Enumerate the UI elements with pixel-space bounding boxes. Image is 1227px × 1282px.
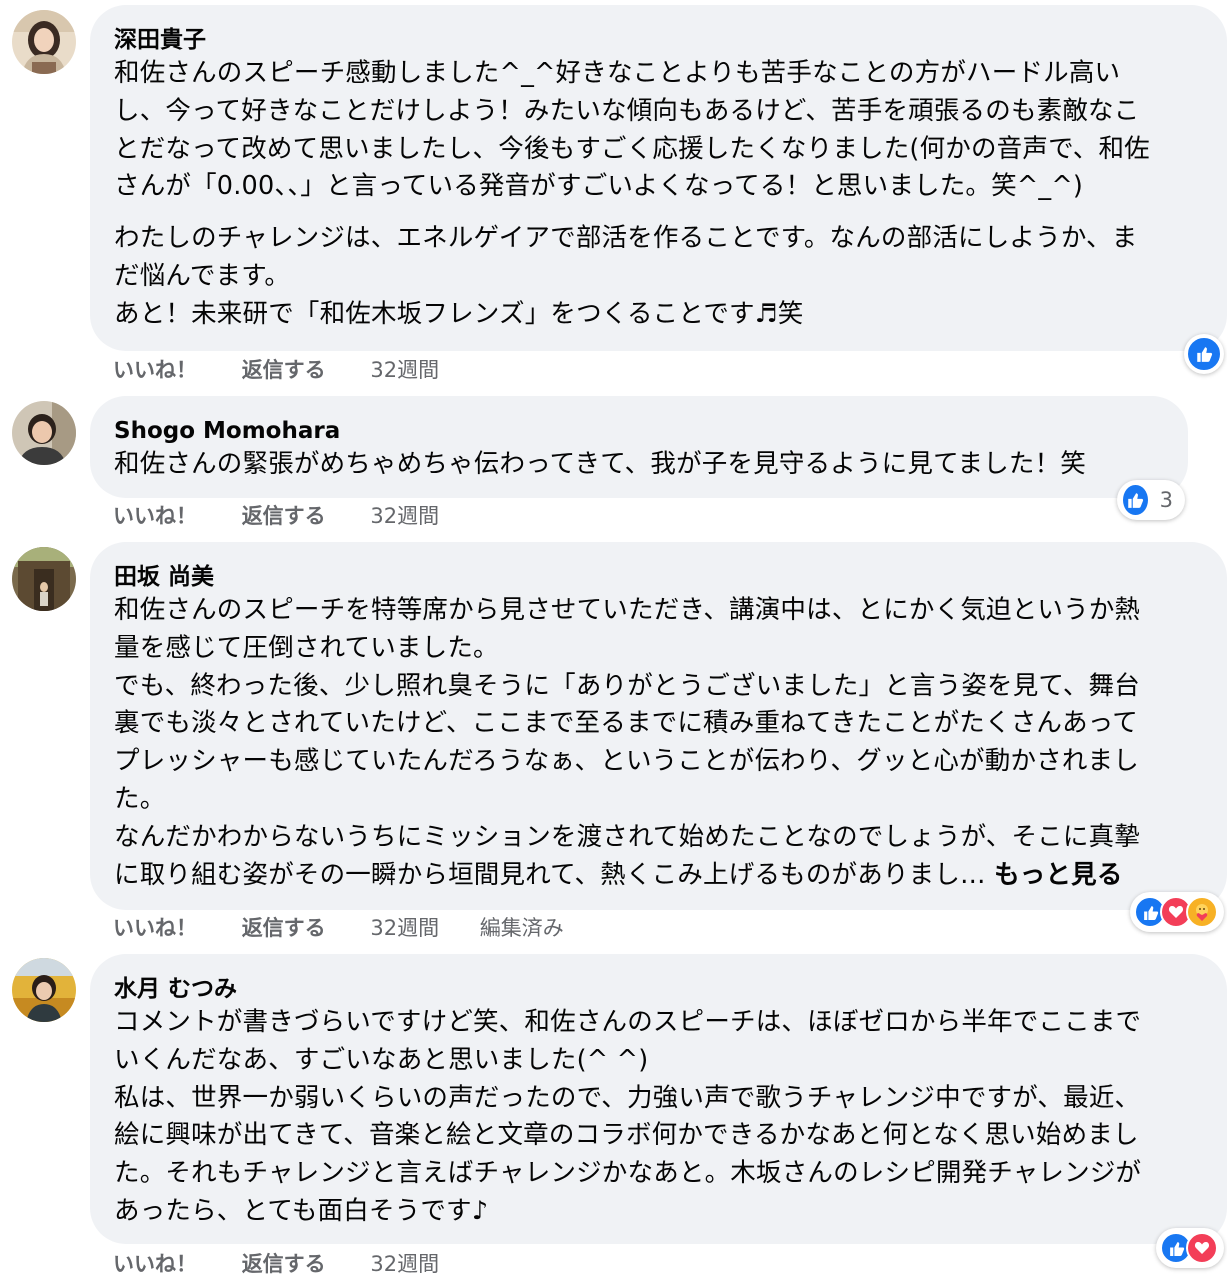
reply-button[interactable]: 返信する <box>242 1252 326 1276</box>
reaction-summary[interactable]: 3 <box>1117 480 1185 520</box>
comment-actions: いいね！ 返信する 32週間 編集済み <box>113 914 564 942</box>
comment-text-line: た。それもチャレンジと言えばチャレンジかなあと。木坂さんのレシピ開発チャレンジが <box>114 1158 1142 1189</box>
comment-text-line: 和佐さんのスピーチ感動しました^_^好きなことよりも苦手なことの方がハードル高い <box>114 58 1121 88</box>
reply-button[interactable]: 返信する <box>242 916 326 940</box>
reaction-summary[interactable] <box>1130 892 1224 932</box>
comment-text-line: し、今って好きなことだけしよう！みたいな傾向もあるけど、苦手を頑張るのも素敵なこ <box>114 95 1140 126</box>
avatar[interactable] <box>12 10 76 74</box>
comment-text-line: プレッシャーも感じていたんだろうなぁ、ということが伝わり、グッと心が動かされまし <box>114 746 1139 777</box>
like-button[interactable]: いいね！ <box>113 916 197 940</box>
comment-text-line: いくんだなあ、すごいなあと思いました(^ ^) <box>114 1044 649 1075</box>
reaction-summary[interactable] <box>1156 1228 1224 1268</box>
care-icon <box>1186 896 1218 928</box>
reply-button[interactable]: 返信する <box>242 358 326 382</box>
like-button[interactable]: いいね！ <box>113 358 197 382</box>
like-icon <box>1186 336 1222 372</box>
comment-bubble: 深田貴子 和佐さんのスピーチ感動しました^_^好きなことよりも苦手なことの方がハ… <box>90 5 1227 351</box>
comment-timestamp[interactable]: 32週間 <box>370 358 439 382</box>
comment-author[interactable]: 田坂 尚美 <box>114 562 1203 592</box>
comment-body: 和佐さんのスピーチ感動しました^_^好きなことよりも苦手なことの方がハードル高い… <box>114 55 1203 334</box>
comment-author[interactable]: 深田貴子 <box>114 25 1203 55</box>
comment-text-line: た。 <box>114 783 166 814</box>
comment-body: 和佐さんのスピーチを特等席から見させていただき、講演中は、とにかく気迫というか熱… <box>114 592 1203 894</box>
love-icon <box>1186 1232 1218 1264</box>
comment-actions: いいね！ 返信する 32週間 <box>113 1250 473 1278</box>
comment-text-line: でも、終わった後、少し照れ臭そうに「ありがとうございました」と言う姿を見て、舞台 <box>114 670 1140 701</box>
comment-actions: いいね！ 返信する 32週間 <box>113 502 473 530</box>
comment-text-line: 私は、世界一か弱いくらいの声だったので、力強い声で歌うチャレンジ中ですが、最近、 <box>114 1082 1141 1113</box>
avatar[interactable] <box>12 401 76 465</box>
comment-text-line: 絵に興味が出てきて、音楽と絵と文章のコラボ何かできるかなあと何となく思い始めまし <box>114 1120 1139 1151</box>
comment-text-line: 量を感じて圧倒されていました。 <box>114 632 499 663</box>
comment-body: コメントが書きづらいですけど笑、和佐さんのスピーチは、ほぼゼロから半年でここまで… <box>114 1004 1203 1231</box>
comment-timestamp[interactable]: 32週間 <box>370 504 439 528</box>
comment-timestamp[interactable]: 32週間 <box>370 1252 439 1276</box>
comment-text-fragment: に取り組む姿がその一瞬から垣間見れて、熱くこみ上げるものがありまし… <box>114 859 986 890</box>
comment-timestamp[interactable]: 32週間 <box>370 916 439 940</box>
like-icon <box>1121 483 1150 517</box>
comment-actions: いいね！ 返信する 32週間 <box>113 356 473 384</box>
avatar[interactable] <box>12 547 76 611</box>
comment-text-line: わたしのチャレンジは、エネルゲイアで部活を作ることです。なんの部活にしようか、ま <box>114 223 1138 254</box>
comment-text-line: なんだかわからないうちにミッションを渡されて始めたことなのでしょうが、そこに真摯 <box>114 821 1140 852</box>
reply-button[interactable]: 返信する <box>242 504 326 528</box>
like-button[interactable]: いいね！ <box>113 504 197 528</box>
comment-body: 和佐さんの緊張がめちゃめちゃ伝わってきて、我が子を見守るように見てました！笑 <box>114 446 1164 484</box>
see-more-link[interactable]: もっと見る <box>994 860 1123 890</box>
avatar[interactable] <box>12 958 76 1022</box>
comment-text-line: 和佐さんのスピーチを特等席から見させていただき、講演中は、とにかく気迫というか熱 <box>114 595 1141 625</box>
comment-text-line: あと！未来研で「和佐木坂フレンズ」をつくることです♬笑 <box>114 298 804 329</box>
comment-author[interactable]: 水月 むつみ <box>114 974 1203 1004</box>
comment-text-line: 裏でも淡々とされていたけど、ここまで至るまでに積み重ねてきたことがたくさんあって <box>114 708 1138 739</box>
comment-text-line: さんが「0.00、、」と言っている発音がすごいよくなってる！と思いました。笑^_… <box>114 171 1084 202</box>
comment-text-line: に取り組む姿がその一瞬から垣間見れて、熱くこみ上げるものがありまし… もっと見る <box>114 857 1203 895</box>
comment-text-line: だ悩んでます。 <box>114 260 291 291</box>
reaction-summary[interactable] <box>1184 334 1224 374</box>
comment-bubble: Shogo Momohara 和佐さんの緊張がめちゃめちゃ伝わってきて、我が子を… <box>90 396 1188 498</box>
reaction-count: 3 <box>1159 488 1173 512</box>
comment-text-line: 和佐さんの緊張がめちゃめちゃ伝わってきて、我が子を見守るように見てました！笑 <box>114 449 1087 479</box>
edited-label[interactable]: 編集済み <box>480 916 564 940</box>
comment-bubble: 田坂 尚美 和佐さんのスピーチを特等席から見させていただき、講演中は、とにかく気… <box>90 542 1227 910</box>
comment-text-line: コメントが書きづらいですけど笑、和佐さんのスピーチは、ほぼゼロから半年でここまで <box>114 1007 1142 1037</box>
comment-author[interactable]: Shogo Momohara <box>114 416 1164 446</box>
comment-text-line: あったら、とても面白そうです♪ <box>114 1195 489 1226</box>
comment-bubble: 水月 むつみ コメントが書きづらいですけど笑、和佐さんのスピーチは、ほぼゼロから… <box>90 954 1227 1244</box>
like-button[interactable]: いいね！ <box>113 1252 197 1276</box>
comment-text-line: とだなって改めて思いましたし、今後もすごく応援したくなりました(何かの音声で、和… <box>114 133 1150 164</box>
